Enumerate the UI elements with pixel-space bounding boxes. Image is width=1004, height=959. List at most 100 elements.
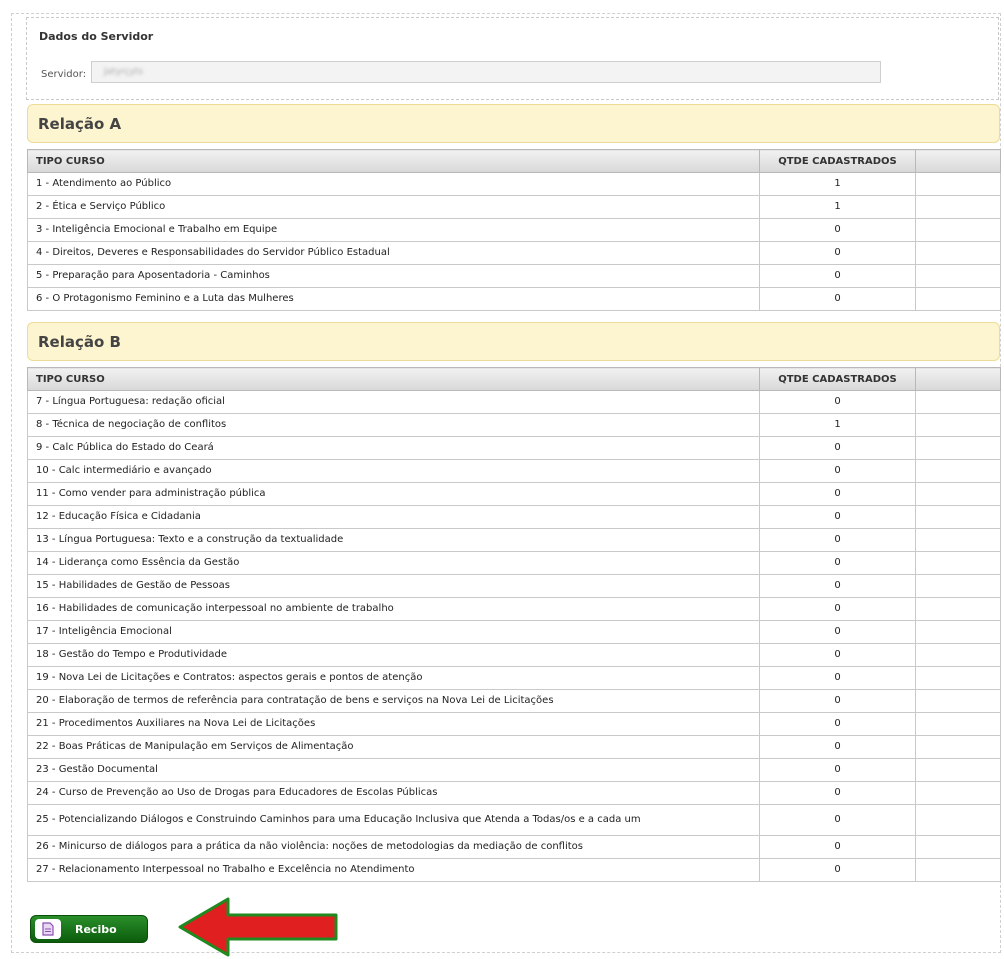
empty-cell xyxy=(915,835,1001,859)
table-row: 25 - Potencializando Diálogos e Construi… xyxy=(27,804,1001,836)
empty-cell xyxy=(915,758,1001,782)
empty-cell xyxy=(915,712,1001,736)
col-qtde-cadastrados: QTDE CADASTRADOS xyxy=(759,149,916,173)
curso-cell: 18 - Gestão do Tempo e Produtividade xyxy=(27,643,760,667)
qtde-cell: 0 xyxy=(759,574,916,598)
table-row: 7 - Língua Portuguesa: redação oficial 0 xyxy=(27,390,1001,414)
servidor-value: Jatyrçyts xyxy=(104,67,144,77)
empty-cell xyxy=(915,781,1001,805)
table-row: 11 - Como vender para administração públ… xyxy=(27,482,1001,506)
qtde-cell: 0 xyxy=(759,551,916,575)
qtde-cell: 0 xyxy=(759,643,916,667)
red-arrow-icon xyxy=(178,897,338,957)
qtde-cell: 0 xyxy=(759,390,916,414)
empty-cell xyxy=(915,241,1001,265)
empty-cell xyxy=(915,689,1001,713)
table-row: 13 - Língua Portuguesa: Texto e a constr… xyxy=(27,528,1001,552)
table-row: 10 - Calc intermediário e avançado 0 xyxy=(27,459,1001,483)
table-row: 5 - Preparação para Aposentadoria - Cami… xyxy=(27,264,1001,288)
empty-cell xyxy=(915,574,1001,598)
table-row: 24 - Curso de Prevenção ao Uso de Drogas… xyxy=(27,781,1001,805)
qtde-cell: 0 xyxy=(759,858,916,882)
qtde-cell: 0 xyxy=(759,758,916,782)
curso-cell: 26 - Minicurso de diálogos para a prátic… xyxy=(27,835,760,859)
table-row: 6 - O Protagonismo Feminino e a Luta das… xyxy=(27,287,1001,311)
qtde-cell: 0 xyxy=(759,620,916,644)
empty-cell xyxy=(915,528,1001,552)
curso-cell: 27 - Relacionamento Interpessoal no Trab… xyxy=(27,858,760,882)
empty-cell xyxy=(915,413,1001,437)
qtde-cell: 0 xyxy=(759,712,916,736)
curso-cell: 25 - Potencializando Diálogos e Construi… xyxy=(27,804,760,836)
curso-cell: 12 - Educação Física e Cidadania xyxy=(27,505,760,529)
table-header-row: TIPO CURSO QTDE CADASTRADOS xyxy=(27,149,1001,173)
curso-cell: 24 - Curso de Prevenção ao Uso de Drogas… xyxy=(27,781,760,805)
curso-cell: 11 - Como vender para administração públ… xyxy=(27,482,760,506)
curso-cell: 9 - Calc Pública do Estado do Ceará xyxy=(27,436,760,460)
table-row: 19 - Nova Lei de Licitações e Contratos:… xyxy=(27,666,1001,690)
qtde-cell: 0 xyxy=(759,264,916,288)
table-row: 14 - Liderança como Essência da Gestão 0 xyxy=(27,551,1001,575)
servidor-panel: Dados do Servidor Servidor: Jatyrçyts xyxy=(26,17,999,100)
empty-cell xyxy=(915,459,1001,483)
empty-cell xyxy=(915,858,1001,882)
relacao-b-title: Relação B xyxy=(38,333,121,351)
table-row: 17 - Inteligência Emocional 0 xyxy=(27,620,1001,644)
table-row: 1 - Atendimento ao Público 1 xyxy=(27,172,1001,196)
table-row: 22 - Boas Práticas de Manipulação em Ser… xyxy=(27,735,1001,759)
servidor-field: Jatyrçyts xyxy=(91,61,881,83)
qtde-cell: 0 xyxy=(759,218,916,242)
empty-cell xyxy=(915,172,1001,196)
curso-cell: 7 - Língua Portuguesa: redação oficial xyxy=(27,390,760,414)
empty-cell xyxy=(915,436,1001,460)
curso-cell: 1 - Atendimento ao Público xyxy=(27,172,760,196)
qtde-cell: 0 xyxy=(759,689,916,713)
table-row: 18 - Gestão do Tempo e Produtividade 0 xyxy=(27,643,1001,667)
relacao-a-table: TIPO CURSO QTDE CADASTRADOS 1 - Atendime… xyxy=(27,149,1001,311)
qtde-cell: 0 xyxy=(759,597,916,621)
table-row: 16 - Habilidades de comunicação interpes… xyxy=(27,597,1001,621)
qtde-cell: 0 xyxy=(759,835,916,859)
relacao-b-table: TIPO CURSO QTDE CADASTRADOS 7 - Língua P… xyxy=(27,367,1001,882)
table-row: 15 - Habilidades de Gestão de Pessoas 0 xyxy=(27,574,1001,598)
relacao-a-header: Relação A xyxy=(27,104,1000,143)
table-row: 27 - Relacionamento Interpessoal no Trab… xyxy=(27,858,1001,882)
curso-cell: 19 - Nova Lei de Licitações e Contratos:… xyxy=(27,666,760,690)
qtde-cell: 0 xyxy=(759,287,916,311)
recibo-button[interactable]: Recibo xyxy=(30,915,148,943)
curso-cell: 20 - Elaboração de termos de referência … xyxy=(27,689,760,713)
empty-cell xyxy=(915,505,1001,529)
table-header-row: TIPO CURSO QTDE CADASTRADOS xyxy=(27,367,1001,391)
curso-cell: 4 - Direitos, Deveres e Responsabilidade… xyxy=(27,241,760,265)
curso-cell: 15 - Habilidades de Gestão de Pessoas xyxy=(27,574,760,598)
qtde-cell: 0 xyxy=(759,528,916,552)
empty-cell xyxy=(915,597,1001,621)
table-row: 3 - Inteligência Emocional e Trabalho em… xyxy=(27,218,1001,242)
empty-cell xyxy=(915,482,1001,506)
qtde-cell: 0 xyxy=(759,436,916,460)
curso-cell: 14 - Liderança como Essência da Gestão xyxy=(27,551,760,575)
curso-cell: 21 - Procedimentos Auxiliares na Nova Le… xyxy=(27,712,760,736)
curso-cell: 17 - Inteligência Emocional xyxy=(27,620,760,644)
document-icon xyxy=(35,919,61,939)
empty-cell xyxy=(915,264,1001,288)
empty-cell xyxy=(915,620,1001,644)
curso-cell: 6 - O Protagonismo Feminino e a Luta das… xyxy=(27,287,760,311)
qtde-cell: 1 xyxy=(759,195,916,219)
table-row: 20 - Elaboração de termos de referência … xyxy=(27,689,1001,713)
col-tipo-curso: TIPO CURSO xyxy=(27,367,760,391)
qtde-cell: 0 xyxy=(759,735,916,759)
curso-cell: 8 - Técnica de negociação de conflitos xyxy=(27,413,760,437)
table-row: 23 - Gestão Documental 0 xyxy=(27,758,1001,782)
qtde-cell: 0 xyxy=(759,505,916,529)
empty-cell xyxy=(915,643,1001,667)
table-row: 8 - Técnica de negociação de conflitos 1 xyxy=(27,413,1001,437)
curso-cell: 2 - Ética e Serviço Público xyxy=(27,195,760,219)
qtde-cell: 1 xyxy=(759,172,916,196)
empty-cell xyxy=(915,666,1001,690)
empty-cell xyxy=(915,551,1001,575)
table-row: 21 - Procedimentos Auxiliares na Nova Le… xyxy=(27,712,1001,736)
empty-cell xyxy=(915,287,1001,311)
empty-cell xyxy=(915,804,1001,836)
col-empty xyxy=(915,149,1001,173)
